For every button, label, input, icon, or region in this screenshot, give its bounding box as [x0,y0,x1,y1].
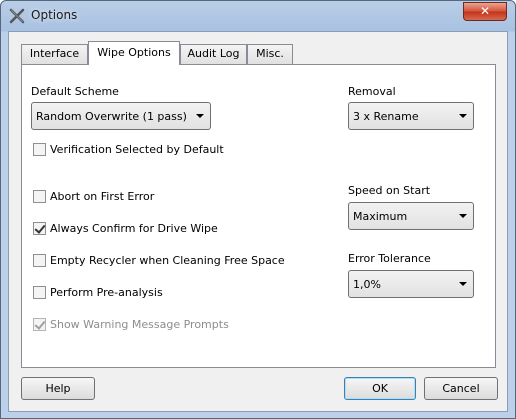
cancel-button[interactable]: Cancel [424,377,498,400]
speed-on-start-label: Speed on Start [348,184,431,197]
abort-on-first-error-label: Abort on First Error [50,190,155,203]
error-tolerance-select[interactable]: 1,0% [348,270,474,298]
ok-button[interactable]: OK [344,377,416,400]
tab-label: Audit Log [187,47,240,60]
window-title: Options [31,8,78,22]
close-icon: ✕ [479,4,491,18]
always-confirm-drive-wipe-checkbox[interactable] [33,222,46,235]
show-warning-checkbox [33,318,46,331]
help-button[interactable]: Help [21,377,95,400]
default-scheme-value: Random Overwrite (1 pass) [36,110,187,123]
always-confirm-drive-wipe-label: Always Confirm for Drive Wipe [50,222,218,235]
show-warning-label: Show Warning Message Prompts [50,318,229,331]
removal-value: 3 x Rename [353,110,419,123]
speed-on-start-select[interactable]: Maximum [348,202,474,230]
chevron-down-icon [459,282,467,286]
tab-audit-log[interactable]: Audit Log [180,44,247,64]
tab-wipe-options[interactable]: Wipe Options [88,41,180,65]
chevron-down-icon [459,214,467,218]
empty-recycler-label: Empty Recycler when Cleaning Free Space [50,254,285,267]
chevron-down-icon [196,114,204,118]
dialog-body: Interface Wipe Options Audit Log Misc. D… [8,31,508,412]
tab-label: Interface [29,47,80,60]
empty-recycler-checkbox[interactable] [33,254,46,267]
options-window: Options ✕ Interface Wipe Options Audit L… [0,0,516,419]
abort-on-first-error-checkbox[interactable] [33,190,46,203]
default-scheme-label: Default Scheme [31,85,119,98]
tab-misc[interactable]: Misc. [247,44,293,64]
speed-on-start-value: Maximum [353,210,408,223]
default-scheme-select[interactable]: Random Overwrite (1 pass) [31,102,211,130]
close-button[interactable]: ✕ [463,2,507,21]
verification-checkbox[interactable] [33,143,46,156]
tab-interface[interactable]: Interface [21,44,88,64]
error-tolerance-value: 1,0% [353,278,381,291]
removal-select[interactable]: 3 x Rename [348,102,474,130]
verification-label: Verification Selected by Default [50,143,224,156]
error-tolerance-label: Error Tolerance [348,252,431,265]
chevron-down-icon [459,114,467,118]
app-icon [9,8,25,24]
title-bar[interactable]: Options ✕ [1,1,515,31]
pre-analysis-checkbox[interactable] [33,286,46,299]
tab-label: Wipe Options [97,46,171,59]
removal-label: Removal [348,85,396,98]
tab-label: Misc. [256,47,284,60]
pre-analysis-label: Perform Pre-analysis [50,286,163,299]
wipe-options-panel: Default Scheme Random Overwrite (1 pass)… [21,64,496,368]
